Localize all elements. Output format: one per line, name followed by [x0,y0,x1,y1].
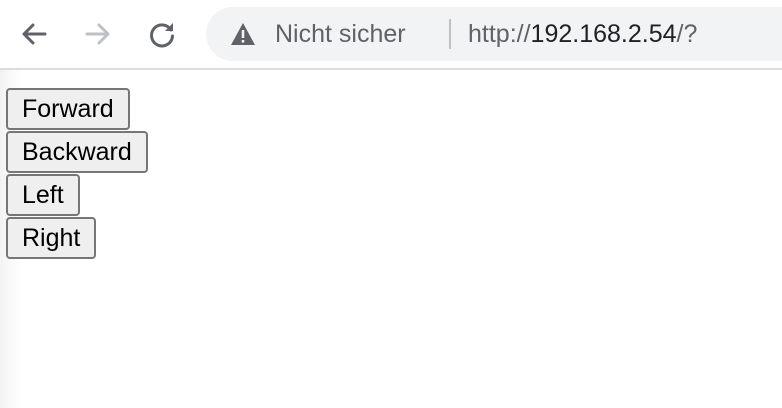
reload-icon [150,23,174,48]
forward-arrow-icon [85,23,110,45]
back-button[interactable] [17,17,51,51]
forward-nav-button[interactable] [81,17,115,51]
security-status-label[interactable]: Nicht sicher [275,7,406,61]
address-divider [449,19,451,49]
url-scheme: http:// [468,20,531,48]
url-path: /? [676,20,698,48]
address-bar[interactable]: Nicht sicher http://192.168.2.54/? [206,7,782,61]
browser-toolbar: Nicht sicher http://192.168.2.54/? [0,0,782,70]
left-button[interactable]: Left [6,174,80,216]
warning-icon[interactable] [230,22,256,46]
control-buttons: Forward Backward Left Right [6,88,148,260]
backward-button[interactable]: Backward [6,131,148,173]
forward-button[interactable]: Forward [6,88,130,130]
url-text[interactable]: http://192.168.2.54/? [468,7,697,61]
page-content: Forward Backward Left Right [0,70,782,408]
right-button[interactable]: Right [6,217,97,259]
url-host: 192.168.2.54 [530,20,677,48]
back-arrow-icon [22,23,47,45]
reload-button[interactable] [145,17,179,51]
